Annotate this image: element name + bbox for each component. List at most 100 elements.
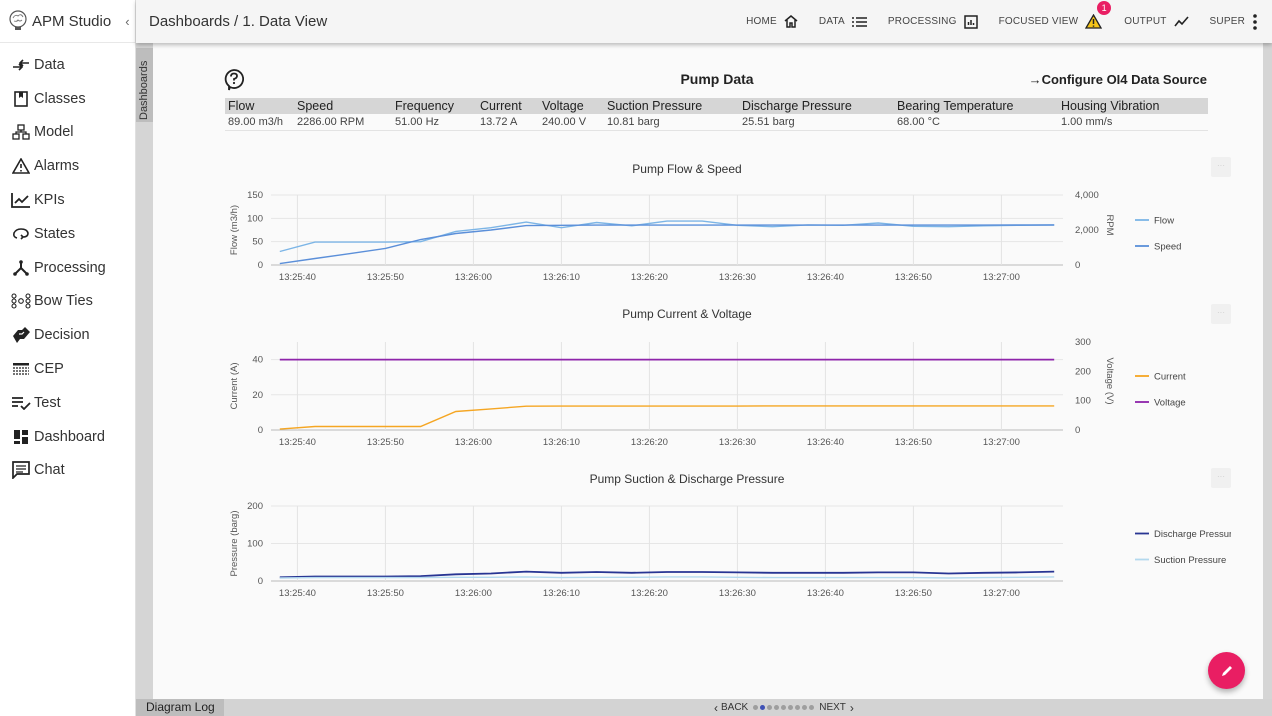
pump-data-table: Flow Speed Frequency Current Voltage Suction … xyxy=(225,98,1208,131)
series-line-suction-pressure xyxy=(279,576,1055,579)
sidebar-item-label: Data xyxy=(34,56,65,73)
x-tick-label: 13:26:20 xyxy=(631,437,668,448)
collapse-sidebar-button[interactable]: ‹ xyxy=(125,14,129,29)
x-tick-label: 13:25:50 xyxy=(367,437,404,448)
pager-dot[interactable] xyxy=(781,705,787,710)
bookmark-book-icon xyxy=(11,90,31,108)
legend-label[interactable]: Current xyxy=(1154,372,1186,383)
menu-focused-view[interactable]: FOCUSED VIEW 1 xyxy=(998,1,1112,29)
menu-label: HOME xyxy=(746,16,777,27)
x-tick-label: 13:25:50 xyxy=(367,272,404,283)
sidebar: APM Studio ‹ Data Classes Model Alarms K… xyxy=(0,0,136,716)
x-tick-label: 13:25:40 xyxy=(279,272,316,283)
chart-menu-button[interactable]: ··· xyxy=(1211,157,1231,177)
pager-dot[interactable] xyxy=(760,705,766,710)
y2-tick-label: 300 xyxy=(1075,337,1091,348)
x-tick-label: 13:27:00 xyxy=(983,437,1020,448)
sidebar-item-kpis[interactable]: KPIs xyxy=(0,183,135,217)
chevron-right-icon: › xyxy=(849,700,854,715)
trend-line-icon xyxy=(1173,16,1189,27)
sidebar-item-label: Classes xyxy=(34,90,86,107)
sidebar-item-label: CEP xyxy=(34,361,64,378)
x-tick-label: 13:26:20 xyxy=(631,588,668,599)
sidebar-item-chat[interactable]: Chat xyxy=(0,454,135,488)
sidebar-item-processing[interactable]: Processing xyxy=(0,251,135,285)
menu-home[interactable]: HOME xyxy=(746,15,798,28)
chart-menu-button[interactable]: ··· xyxy=(1211,468,1231,488)
pager-dot[interactable] xyxy=(753,705,759,710)
y-tick-label: 0 xyxy=(258,260,263,271)
next-button[interactable]: NEXT › xyxy=(819,701,854,715)
sidebar-item-model[interactable]: Model xyxy=(0,116,135,150)
cell-value: 240.00 V xyxy=(539,114,604,131)
brain-head-logo-icon xyxy=(9,10,27,30)
sidebar-nav: Data Classes Model Alarms KPIs States Pr… xyxy=(0,43,135,487)
pager-dot[interactable] xyxy=(795,705,801,710)
side-tab-strip: Dashboards xyxy=(136,43,153,699)
sidebar-item-cep[interactable]: CEP xyxy=(0,352,135,386)
app-title: APM Studio xyxy=(32,12,112,30)
legend-label[interactable]: Flow xyxy=(1154,216,1174,227)
pager-dot[interactable] xyxy=(788,705,794,710)
menu-output[interactable]: OUTPUT xyxy=(1124,16,1189,27)
menu-data[interactable]: DATA xyxy=(819,16,867,28)
sidebar-item-classes[interactable]: Classes xyxy=(0,82,135,116)
home-icon xyxy=(784,15,798,28)
hierarchy-icon xyxy=(11,123,31,141)
back-label: BACK xyxy=(721,702,749,713)
arrow-right-icon: → xyxy=(1028,72,1042,87)
legend-label[interactable]: Speed xyxy=(1154,242,1181,253)
x-tick-label: 13:25:50 xyxy=(367,588,404,599)
right-scroll-strip xyxy=(1263,43,1272,699)
back-button[interactable]: ‹ BACK xyxy=(714,701,748,715)
column-header: Suction Pressure xyxy=(604,98,739,114)
chart-title: Pump Suction & Discharge Pressure xyxy=(590,472,785,486)
more-vertical-icon xyxy=(1253,13,1257,30)
dashboards-tab[interactable]: Dashboards xyxy=(136,48,153,122)
chart-svg: Pump Suction & Discharge Pressure 0 100 200… xyxy=(229,472,1231,599)
sidebar-item-decision[interactable]: Decision xyxy=(0,318,135,352)
y-tick-label: 100 xyxy=(247,539,263,550)
pager-dot[interactable] xyxy=(767,705,773,710)
sidebar-item-bow-ties[interactable]: Bow Ties xyxy=(0,285,135,319)
configure-data-source-link[interactable]: →Configure OI4 Data Source xyxy=(1029,72,1207,87)
sidebar-item-alarms[interactable]: Alarms xyxy=(0,149,135,183)
legend-label[interactable]: Suction Pressure xyxy=(1154,555,1226,566)
x-tick-label: 13:26:30 xyxy=(719,437,756,448)
pager-dot[interactable] xyxy=(774,705,780,710)
pager: ‹ BACK NEXT › xyxy=(714,699,854,716)
cell-value: 51.00 Hz xyxy=(392,114,477,131)
legend-label[interactable]: Discharge Pressure xyxy=(1154,529,1231,540)
sidebar-item-label: States xyxy=(34,225,76,242)
chart-menu-button[interactable]: ··· xyxy=(1211,304,1231,324)
x-tick-label: 13:26:10 xyxy=(543,588,580,599)
sidebar-item-data[interactable]: Data xyxy=(0,48,135,82)
y-axis-label: Current (A) xyxy=(229,363,240,410)
chart-title: Pump Flow & Speed xyxy=(632,162,741,176)
menu-super[interactable]: SUPER xyxy=(1210,13,1258,30)
x-tick-label: 13:27:00 xyxy=(983,588,1020,599)
chart-flow-speed: ··· Pump Flow & Speed 0 50 100 150 0 2,000 4,00… xyxy=(221,157,1231,287)
diagram-log-tab[interactable]: Diagram Log xyxy=(136,699,224,716)
edit-fab-button[interactable] xyxy=(1208,652,1245,689)
cell-value: 89.00 m3/h xyxy=(225,114,294,131)
x-tick-label: 13:26:20 xyxy=(631,272,668,283)
chart-svg: Pump Current & Voltage 0 20 40 0 100 200 300 13:… xyxy=(229,307,1186,448)
dashboard-icon xyxy=(11,428,31,446)
pager-dot[interactable] xyxy=(809,705,815,710)
menu-processing[interactable]: PROCESSING xyxy=(888,14,978,29)
next-label: NEXT xyxy=(819,702,846,713)
column-header: Housing Vibration xyxy=(1058,98,1208,114)
bar-chart-box-icon xyxy=(963,14,978,29)
y2-tick-label: 4,000 xyxy=(1075,190,1099,201)
menu-label: FOCUSED VIEW xyxy=(998,16,1079,27)
pager-dot[interactable] xyxy=(802,705,808,710)
y-axis-label: Flow (m3/h) xyxy=(229,205,240,255)
sidebar-item-test[interactable]: Test xyxy=(0,386,135,420)
sidebar-item-states[interactable]: States xyxy=(0,217,135,251)
legend-label[interactable]: Voltage xyxy=(1154,398,1186,409)
x-tick-label: 13:26:00 xyxy=(455,272,492,283)
dashboards-tab-label: Dashboards xyxy=(138,60,150,120)
sidebar-item-label: Dashboard xyxy=(34,428,105,445)
sidebar-item-dashboard[interactable]: Dashboard xyxy=(0,420,135,454)
